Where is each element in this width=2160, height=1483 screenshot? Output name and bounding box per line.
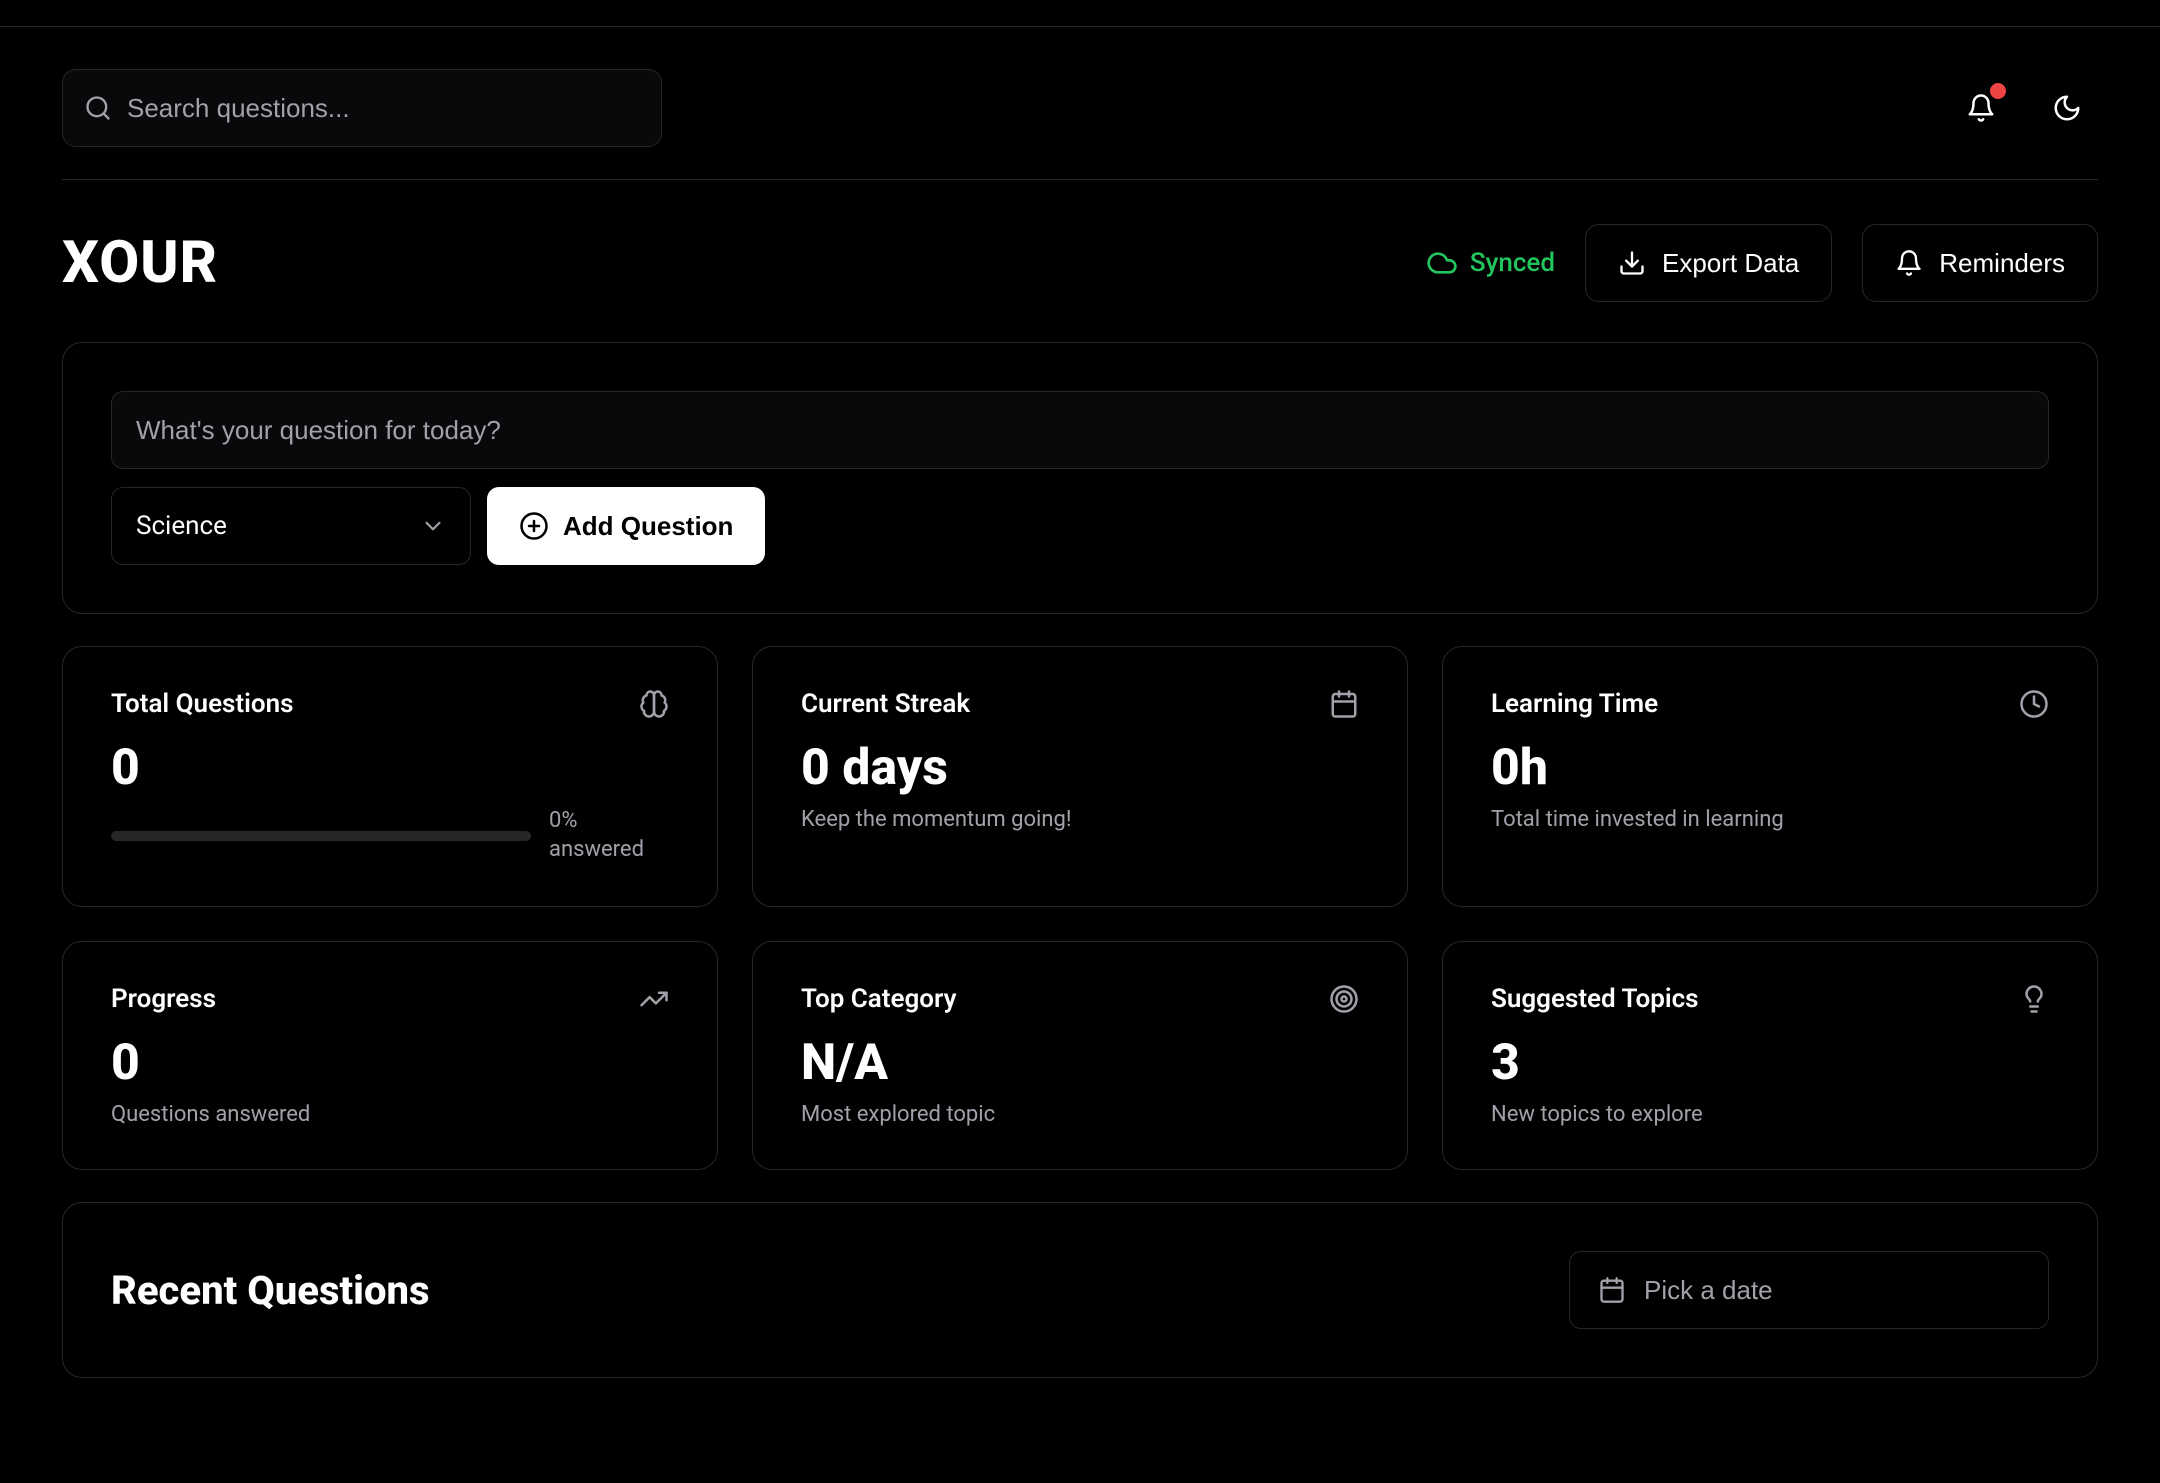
notification-dot [1990, 83, 2006, 99]
card-sub: Questions answered [111, 1102, 669, 1127]
app-logo: XOUR [62, 229, 218, 297]
reminders-button[interactable]: Reminders [1862, 224, 2098, 302]
card-top-category: Top Category N/A Most explored topic [752, 941, 1408, 1170]
moon-icon [2052, 93, 2082, 123]
card-value: 0 [111, 739, 669, 797]
export-label: Export Data [1662, 248, 1799, 279]
category-select[interactable]: Science [111, 487, 471, 565]
search-icon [84, 94, 112, 122]
card-title: Progress [111, 984, 216, 1014]
calendar-icon [1329, 689, 1359, 719]
sync-label: Synced [1470, 248, 1555, 278]
cloud-icon [1426, 247, 1458, 279]
recent-questions-panel: Recent Questions Pick a date [62, 1202, 2098, 1378]
card-title: Total Questions [111, 689, 294, 719]
chevron-down-icon [420, 513, 446, 539]
card-sub: Most explored topic [801, 1102, 1359, 1127]
plus-circle-icon [519, 511, 549, 541]
bell-icon [1966, 93, 1996, 123]
card-value: N/A [801, 1034, 1359, 1092]
progress-label: 0% answered [549, 807, 669, 864]
card-value: 0h [1491, 739, 2049, 797]
calendar-icon [1598, 1276, 1626, 1304]
card-title: Top Category [801, 984, 957, 1014]
card-sub: New topics to explore [1491, 1102, 2049, 1127]
card-current-streak: Current Streak 0 days Keep the momentum … [752, 646, 1408, 907]
question-input[interactable] [111, 391, 2049, 469]
bell-icon [1895, 249, 1923, 277]
card-title: Learning Time [1491, 689, 1658, 719]
add-question-label: Add Question [563, 511, 733, 542]
notifications-button[interactable] [1950, 77, 2012, 139]
search-input[interactable] [62, 69, 662, 147]
add-question-button[interactable]: Add Question [487, 487, 765, 565]
category-selected-value: Science [136, 511, 227, 541]
date-picker-button[interactable]: Pick a date [1569, 1251, 2049, 1329]
card-suggested-topics: Suggested Topics 3 New topics to explore [1442, 941, 2098, 1170]
card-sub: Keep the momentum going! [801, 807, 1359, 832]
card-title: Suggested Topics [1491, 984, 1699, 1014]
target-icon [1329, 984, 1359, 1014]
card-title: Current Streak [801, 689, 970, 719]
search-wrap [62, 69, 662, 147]
card-learning-time: Learning Time 0h Total time invested in … [1442, 646, 2098, 907]
export-data-button[interactable]: Export Data [1585, 224, 1832, 302]
date-picker-label: Pick a date [1644, 1275, 1773, 1306]
brain-icon [639, 689, 669, 719]
card-total-questions: Total Questions 0 0% answered [62, 646, 718, 907]
card-value: 3 [1491, 1034, 2049, 1092]
card-value: 0 days [801, 739, 1359, 797]
card-progress: Progress 0 Questions answered [62, 941, 718, 1170]
sync-status: Synced [1426, 247, 1555, 279]
reminders-label: Reminders [1939, 248, 2065, 279]
download-icon [1618, 249, 1646, 277]
progress-bar [111, 831, 531, 841]
recent-questions-title: Recent Questions [111, 1267, 430, 1314]
add-question-panel: Science Add Question [62, 342, 2098, 614]
lightbulb-icon [2019, 984, 2049, 1014]
theme-toggle-button[interactable] [2036, 77, 2098, 139]
card-value: 0 [111, 1034, 669, 1092]
trending-up-icon [639, 984, 669, 1014]
clock-icon [2019, 689, 2049, 719]
card-sub: Total time invested in learning [1491, 807, 2049, 832]
